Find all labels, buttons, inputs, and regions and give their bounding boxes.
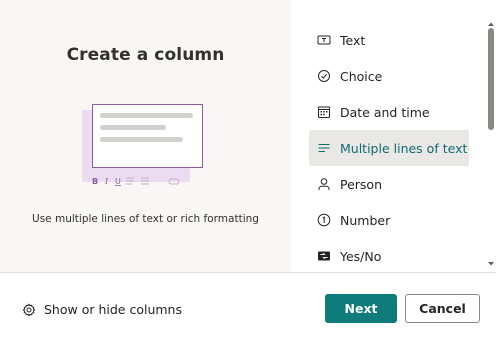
column-type-text[interactable]: Text xyxy=(309,22,469,58)
pane-title: Create a column xyxy=(66,45,225,65)
show-hide-columns-label: Show or hide columns xyxy=(44,302,182,317)
calendar-icon xyxy=(317,105,331,119)
column-type-label: Person xyxy=(340,176,383,192)
column-type-label: Choice xyxy=(340,68,383,84)
dialog-footer: Show or hide columns Next Cancel xyxy=(0,272,496,346)
pane-description: Use multiple lines of text or rich forma… xyxy=(32,213,259,225)
yes-no-icon xyxy=(317,249,331,263)
person-icon xyxy=(317,177,331,191)
vertical-scrollbar[interactable] xyxy=(487,20,495,268)
column-type-date-and-time[interactable]: Date and time xyxy=(309,94,469,130)
column-type-label: Yes/No xyxy=(340,248,382,264)
scrollbar-thumb[interactable] xyxy=(488,28,494,130)
text-box-icon xyxy=(317,33,331,47)
show-hide-columns-link[interactable]: Show or hide columns xyxy=(22,302,182,317)
next-button[interactable]: Next xyxy=(325,294,397,323)
number-icon xyxy=(317,213,331,227)
column-type-label: Number xyxy=(340,212,391,228)
preview-pane: Create a column B I U Use multiple lines… xyxy=(0,0,291,272)
column-type-label: Date and time xyxy=(340,104,430,120)
column-type-number[interactable]: Number xyxy=(309,202,469,238)
column-type-multiple-lines-of-text[interactable]: Multiple lines of text xyxy=(309,130,469,166)
svg-text:U: U xyxy=(115,177,121,186)
column-type-label: Text xyxy=(340,32,366,48)
cancel-button[interactable]: Cancel xyxy=(405,294,480,323)
multiline-text-icon xyxy=(317,141,331,155)
column-type-list: Text Choice Date and time Multiple lines… xyxy=(309,22,469,272)
scroll-down-arrow-icon[interactable] xyxy=(487,260,495,268)
column-type-list-pane: Text Choice Date and time Multiple lines… xyxy=(291,0,496,272)
column-type-label: Multiple lines of text xyxy=(340,140,468,156)
create-column-dialog: Create a column B I U Use multiple lines… xyxy=(0,0,496,346)
choice-check-icon xyxy=(317,69,331,83)
column-type-person[interactable]: Person xyxy=(309,166,469,202)
svg-text:B: B xyxy=(92,177,98,186)
multiline-text-illustration: B I U xyxy=(82,104,203,186)
gear-icon xyxy=(22,303,36,317)
column-type-choice[interactable]: Choice xyxy=(309,58,469,94)
scroll-up-arrow-icon[interactable] xyxy=(487,20,495,28)
column-type-yes-no[interactable]: Yes/No xyxy=(309,238,469,272)
